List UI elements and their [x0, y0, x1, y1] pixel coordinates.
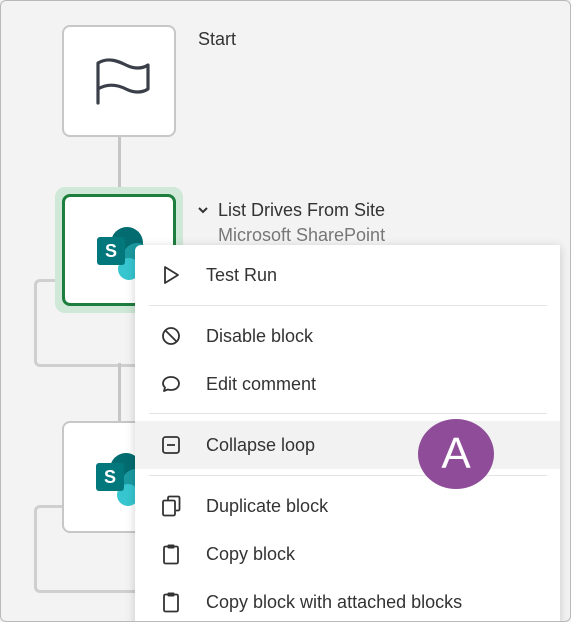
duplicate-icon [159, 494, 183, 518]
menu-item-copy-block[interactable]: Copy block [135, 530, 560, 578]
svg-text:S: S [104, 467, 116, 487]
menu-divider [149, 305, 547, 306]
comment-icon [159, 372, 183, 396]
annotation-badge: A [418, 419, 494, 489]
start-block-title: Start [198, 29, 237, 49]
menu-item-edit-comment[interactable]: Edit comment [135, 360, 560, 408]
menu-item-label: Edit comment [206, 373, 317, 394]
menu-item-label: Copy block [206, 543, 296, 564]
menu-item-copy-block-with-attached[interactable]: Copy block with attached blocks [135, 578, 560, 621]
disable-icon [159, 324, 183, 348]
menu-item-duplicate-block[interactable]: Duplicate block [135, 482, 560, 530]
menu-divider [149, 475, 547, 476]
block-context-menu: Test Run Disable block Edit comment Coll… [135, 245, 560, 621]
clipboard-icon [159, 542, 183, 566]
play-icon [159, 263, 183, 287]
menu-item-label: Test Run [206, 264, 278, 285]
menu-item-label: Copy block with attached blocks [206, 591, 463, 612]
collapse-icon [159, 433, 183, 457]
menu-item-label: Collapse loop [206, 434, 316, 455]
menu-item-label: Disable block [206, 325, 314, 346]
svg-text:S: S [105, 241, 117, 261]
menu-item-collapse-loop[interactable]: Collapse loop [135, 421, 560, 469]
chevron-down-icon[interactable] [197, 203, 209, 219]
flag-icon [96, 58, 150, 105]
menu-item-disable-block[interactable]: Disable block [135, 312, 560, 360]
menu-item-test-run[interactable]: Test Run [135, 251, 560, 299]
automation-canvas: Start S List Drives From Site Microsoft … [0, 0, 571, 622]
start-block[interactable] [62, 25, 176, 137]
list-drives-connector-name: Microsoft SharePoint [218, 225, 386, 245]
list-drives-title: List Drives From Site [218, 200, 386, 220]
connector-line [118, 363, 121, 423]
menu-divider [149, 413, 547, 414]
menu-item-label: Duplicate block [206, 495, 329, 516]
clipboard-icon [159, 590, 183, 614]
